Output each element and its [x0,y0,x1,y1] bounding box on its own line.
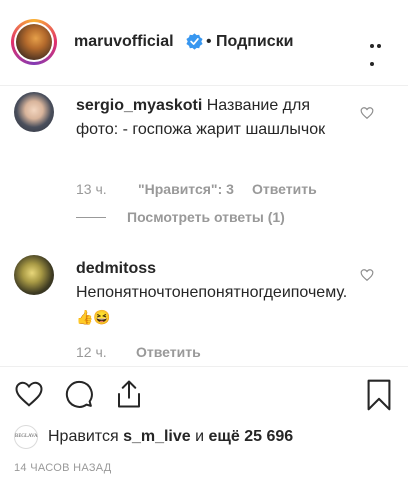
comment-like-heart-icon[interactable] [360,268,374,282]
comment-avatar[interactable] [14,92,54,132]
likes-count[interactable]: ещё 25 696 [209,428,294,445]
view-replies-button[interactable]: Посмотреть ответы (1) [127,209,285,225]
comment-avatar[interactable] [14,255,54,295]
likes-summary: Нравится s_m_live и ещё 25 696 [48,428,293,446]
liker-username[interactable]: s_m_live [123,428,191,445]
reply-button[interactable]: Ответить [136,344,201,360]
heart-icon[interactable] [14,379,44,409]
comment-username[interactable]: sergio_myaskoti [76,97,202,114]
separator-dot: • [206,33,212,50]
comment-text: Непонятночтонепонятногдеипочему. [76,284,348,301]
liker-avatar[interactable]: BEGLAVA [14,425,38,449]
likes-prefix: Нравится [48,428,119,445]
comment-body: dedmitoss Непонятночтонепонятногдеипочем… [76,257,356,330]
post-timestamp: 14 ЧАСОВ НАЗАД [14,462,112,474]
comment-icon[interactable] [64,379,94,409]
likes-and: и [195,428,205,445]
comment-time: 13 ч. [76,181,107,197]
bookmark-icon[interactable] [366,379,392,411]
verified-badge-icon [186,33,203,50]
post-header [0,0,408,86]
reply-button[interactable]: Ответить [252,181,317,197]
profile-avatar[interactable] [11,19,57,65]
replies-divider [76,217,106,218]
action-bar-divider [0,366,408,367]
more-options-icon[interactable] [370,35,390,66]
comment-emoji: 👍😆 [76,309,111,325]
share-icon[interactable] [114,379,144,409]
comment-likes-count[interactable]: "Нравится": 3 [138,181,234,197]
comment-body: sergio_myaskoti Название для фото: - гос… [76,94,332,142]
comment-username[interactable]: dedmitoss [76,260,156,277]
follow-status-button[interactable]: Подписки [216,33,293,51]
comment-time: 12 ч. [76,344,107,360]
comment-like-heart-icon[interactable] [360,106,374,120]
profile-username[interactable]: maruvofficial [74,33,174,51]
